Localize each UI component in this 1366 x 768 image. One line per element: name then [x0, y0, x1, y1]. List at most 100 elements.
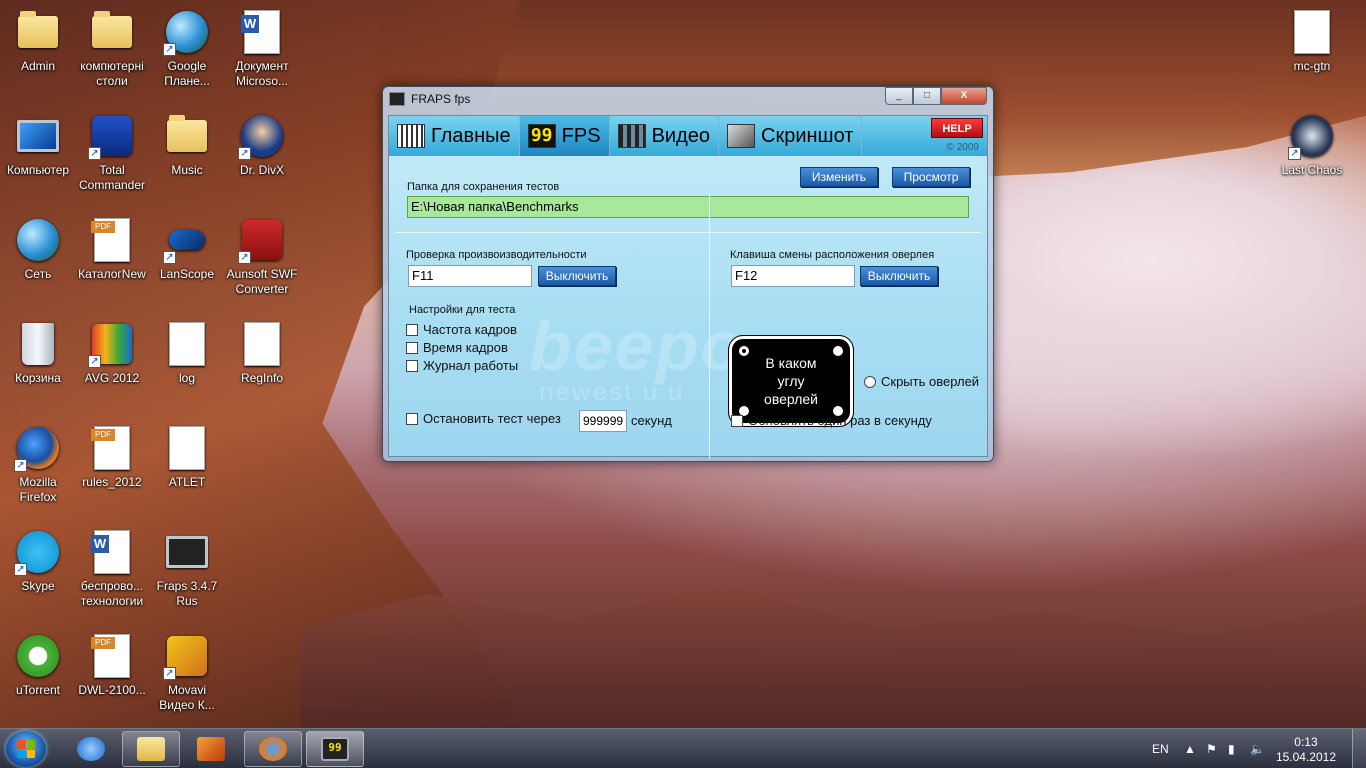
flag-icon: ⚑	[1206, 742, 1217, 756]
shortcut-arrow-icon: ↗	[163, 667, 176, 680]
corner-top-left-radio[interactable]	[738, 345, 750, 357]
desktop-icon-avg[interactable]: ↗ AVG 2012	[74, 320, 150, 386]
desktop-icon-aunsoft[interactable]: ↗ Aunsoft SWF Converter	[224, 216, 300, 297]
recycle-bin-icon	[14, 320, 62, 368]
media-player-icon	[197, 737, 225, 761]
shortcut-arrow-icon: ↗	[1288, 147, 1301, 160]
folder-icon	[163, 112, 211, 160]
desktop-icon-word-doc[interactable]: Документ Microso...	[224, 8, 300, 89]
folder-icon	[137, 737, 165, 761]
network-icon	[14, 216, 62, 264]
stop-test-checkbox[interactable]: Остановить тест через	[406, 411, 561, 426]
text-document-icon	[163, 320, 211, 368]
folder-icon	[88, 8, 136, 56]
checkbox-box[interactable]	[406, 323, 418, 336]
desktop-icon-last-chaos[interactable]: ↗ Last Chaos	[1274, 112, 1350, 178]
desktop-icon-trash[interactable]: Корзина	[0, 320, 76, 386]
show-hidden-icons-button[interactable]: ▲	[1184, 729, 1196, 768]
desktop-icon-catalog[interactable]: КаталогNew	[74, 216, 150, 282]
desktop-icon-log[interactable]: log	[149, 320, 225, 386]
radio-dot[interactable]	[864, 375, 876, 388]
frametime-checkbox[interactable]: Время кадров	[406, 340, 508, 355]
taskbar-internet-explorer[interactable]	[62, 731, 120, 767]
checkbox-box[interactable]	[406, 341, 418, 354]
desktop-icon-firefox[interactable]: ↗ Mozilla Firefox	[0, 424, 76, 505]
google-earth-icon: ↗	[163, 8, 211, 56]
movavi-icon: ↗	[163, 632, 211, 680]
desktop-icon-computer[interactable]: Компьютер	[0, 112, 76, 178]
java-file-icon	[1288, 8, 1336, 56]
desktop-icon-wireless[interactable]: беспрово... технологии	[74, 528, 150, 609]
tab-general[interactable]: Главные	[389, 116, 520, 156]
start-button[interactable]	[6, 731, 46, 767]
pdf-document-icon	[88, 216, 136, 264]
desktop-icon-mc-gtn[interactable]: mc-gtn	[1274, 8, 1350, 74]
maximize-button[interactable]: □	[913, 87, 941, 105]
taskbar-fraps[interactable]: 99	[306, 731, 364, 767]
taskbar-clock[interactable]: 0:13 15.04.2012	[1276, 735, 1336, 765]
firefox-icon	[259, 737, 287, 761]
folder-label: Папка для сохранения тестов	[407, 181, 560, 193]
network-status-icon[interactable]: ▮	[1228, 729, 1235, 768]
desktop-icon-google-earth[interactable]: ↗ Google Плане...	[149, 8, 225, 89]
divx-icon: ↗	[238, 112, 286, 160]
change-folder-button[interactable]: Изменить	[800, 167, 878, 187]
action-center-flag-icon[interactable]: ⚑	[1206, 729, 1217, 768]
desktop-icon-admin[interactable]: Admin	[0, 8, 76, 74]
taskbar-firefox[interactable]	[244, 731, 302, 767]
corner-top-right-radio[interactable]	[832, 345, 844, 357]
desktop-icon-divx[interactable]: ↗ Dr. DivX	[224, 112, 300, 178]
checkbox-box[interactable]	[406, 359, 418, 372]
tab-screenshot[interactable]: Скриншот	[719, 116, 863, 156]
tab-video[interactable]: Видео	[610, 116, 720, 156]
desktop-icon-fraps[interactable]: Fraps 3.4.7 Rus	[149, 528, 225, 609]
desktop-icon-music[interactable]: Music	[149, 112, 225, 178]
desktop-icon-utorrent[interactable]: uTorrent	[0, 632, 76, 698]
overlay-disable-button[interactable]: Выключить	[860, 266, 938, 286]
fraps-icon	[163, 528, 211, 576]
benchmark-hotkey-field[interactable]: F11	[408, 265, 532, 287]
taskbar-media-player[interactable]	[182, 731, 240, 767]
fps-counter-icon: 99	[527, 124, 556, 148]
pdf-document-icon	[88, 424, 136, 472]
desktop-icon-dwl[interactable]: DWL-2100...	[74, 632, 150, 698]
checkbox-box[interactable]	[731, 414, 743, 427]
close-button[interactable]: X	[941, 87, 987, 105]
desktop-icon-rules[interactable]: rules_2012	[74, 424, 150, 490]
desktop-icon-reginfo[interactable]: RegInfo	[224, 320, 300, 386]
minimize-button[interactable]: _	[885, 87, 913, 105]
window-title: FRAPS fps	[411, 92, 471, 106]
hide-overlay-radio[interactable]: Скрыть оверлей	[864, 374, 979, 389]
language-indicator[interactable]: EN	[1152, 729, 1169, 768]
desktop-icon-movavi[interactable]: ↗ Movavi Видео К...	[149, 632, 225, 713]
stop-seconds-field[interactable]: 999999	[579, 410, 627, 432]
tab-fps[interactable]: 99 FPS	[519, 116, 610, 156]
desktop-icon-network[interactable]: Сеть	[0, 216, 76, 282]
desktop-icon-lanscope[interactable]: ↗ LanScope	[149, 216, 225, 282]
checkbox-box[interactable]	[406, 412, 418, 425]
camera-icon	[727, 124, 756, 148]
fraps-client-area: Главные 99 FPS Видео Скриншот HELP © 200…	[388, 115, 988, 458]
taskbar-explorer[interactable]	[122, 731, 180, 767]
desktop-icon-total-commander[interactable]: ↗ Total Commander	[74, 112, 150, 193]
shortcut-arrow-icon: ↗	[238, 147, 251, 160]
desktop-icon-skype[interactable]: ↗ Skype	[0, 528, 76, 594]
help-button[interactable]: HELP	[931, 118, 983, 138]
clock-date: 15.04.2012	[1275, 750, 1336, 764]
fraps-window: FRAPS fps _ □ X Главные 99 FPS Видео Скр…	[382, 86, 994, 462]
framerate-checkbox[interactable]: Частота кадров	[406, 322, 517, 337]
folder-path-field[interactable]: E:\Новая папка\Benchmarks	[407, 196, 969, 218]
overlay-hotkey-field[interactable]: F12	[731, 265, 855, 287]
benchmark-disable-button[interactable]: Выключить	[538, 266, 616, 286]
user-folder-icon	[14, 8, 62, 56]
desktop-icon-atlet[interactable]: ATLET	[149, 424, 225, 490]
update-once-checkbox[interactable]: Обновлять один раз в секунду	[731, 413, 932, 428]
divider	[395, 232, 981, 233]
overlay-key-label: Клавиша смены расположения оверлея	[730, 249, 935, 261]
browse-folder-button[interactable]: Просмотр	[892, 167, 970, 187]
show-desktop-button[interactable]	[1352, 729, 1366, 768]
utorrent-icon	[14, 632, 62, 680]
desktop-icon-computer-tables[interactable]: компютерні столи	[74, 8, 150, 89]
volume-icon[interactable]: 🔈	[1250, 729, 1265, 768]
minmaxavg-log-checkbox[interactable]: Журнал работы	[406, 358, 518, 373]
